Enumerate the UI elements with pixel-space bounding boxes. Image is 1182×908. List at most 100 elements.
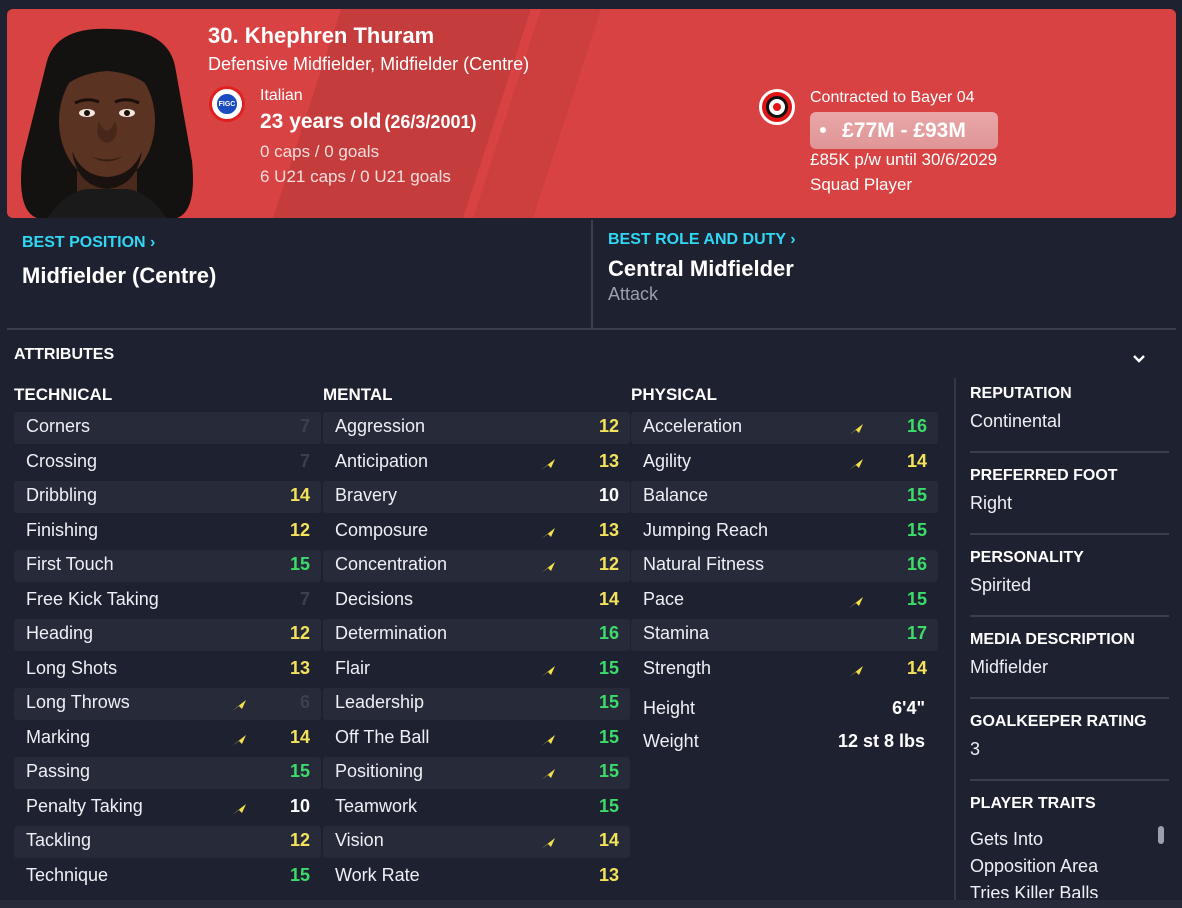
attribute-value: 15 [598,761,619,781]
attribute-row[interactable]: Penalty Taking 10 [14,791,321,826]
attribute-name: Penalty Taking [26,795,143,816]
training-arrow-icon [849,424,863,435]
attribute-value: 15 [598,657,619,678]
attribute-value: 13 [598,519,619,540]
best-role-link[interactable]: BEST ROLE AND DUTY › [608,231,796,249]
value-tag-icon [820,127,826,133]
attribute-row[interactable]: Work Rate 13 [323,860,630,895]
attribute-row[interactable]: Positioning 15 [323,756,630,791]
attribute-row[interactable]: Leadership 15 [323,687,630,722]
attribute-name: Flair [335,657,370,678]
attribute-value: 14 [289,485,310,505]
attribute-row[interactable]: Technique 15 [14,860,321,895]
height-label: Height [643,698,696,718]
training-arrow-icon [232,734,246,746]
attribute-value: 15 [289,554,310,574]
attribute-row[interactable]: Composure 13 [323,515,630,550]
attribute-value: 15 [598,692,619,712]
player-avatar [17,21,197,218]
trait-item: Tries Killer Balls [970,883,1099,898]
attribute-row[interactable]: Aggression 12 [323,411,630,446]
training-arrow-icon [849,596,863,608]
attribute-row[interactable]: Concentration 12 [323,549,630,584]
attribute-name: Agility [643,450,692,471]
attribute-row[interactable]: Long Throws 6 [14,687,321,722]
attribute-row[interactable]: Flair 15 [323,653,630,688]
attribute-value: 15 [906,485,927,505]
training-arrow-icon [232,803,246,815]
attribute-name: Tackling [26,830,92,850]
attribute-row[interactable]: First Touch 15 [14,549,321,584]
attribute-row[interactable]: Anticipation 13 [323,446,630,481]
divider [970,779,1169,781]
attribute-value: 16 [598,623,619,643]
player-traits-block: PLAYER TRAITS [970,795,1170,813]
attribute-name: Free Kick Taking [26,588,159,609]
best-role-title: BEST ROLE AND DUTY [608,231,786,248]
attribute-row[interactable]: Dribbling 14 [14,480,321,515]
player-profile-screen: 30. Khephren Thuram Defensive Midfielder… [0,0,1182,908]
attribute-row[interactable]: Finishing 12 [14,515,321,550]
chevron-down-icon[interactable] [1130,352,1148,366]
attribute-row[interactable]: Vision 14 [323,825,630,860]
nation-badge-text: FIGC [215,92,239,116]
attribute-row[interactable]: Stamina 17 [631,618,938,653]
attribute-row[interactable]: Bravery 10 [323,480,630,515]
attribute-value: 7 [299,588,310,609]
reputation-block: REPUTATION Continental [970,385,1170,432]
attribute-row[interactable]: Strength 14 [631,653,938,688]
attribute-row[interactable]: Free Kick Taking 7 [14,584,321,619]
best-position-link[interactable]: BEST POSITION › [22,234,155,252]
attribute-row[interactable]: Natural Fitness 16 [631,549,938,584]
attribute-name: Passing [26,761,91,781]
attribute-row[interactable]: Off The Ball 15 [323,722,630,757]
attribute-row[interactable]: Heading 12 [14,618,321,653]
u21-caps: 6 U21 caps / 0 U21 goals [260,167,451,186]
traits-scrollbar[interactable] [1158,826,1164,844]
divider [970,451,1169,453]
attribute-name: Heading [26,623,94,643]
preferred-foot-value: Right [970,493,1013,513]
media-description-block: MEDIA DESCRIPTION Midfielder [970,631,1170,678]
attribute-value: 16 [906,416,927,436]
training-arrow-icon [849,458,863,470]
attribute-row[interactable]: Jumping Reach 15 [631,515,938,550]
attribute-name: Natural Fitness [643,554,765,574]
attribute-row[interactable]: Balance 15 [631,480,938,515]
nation-badge-icon[interactable]: FIGC [209,86,245,122]
attribute-name: Jumping Reach [643,519,769,540]
attribute-value: 12 [598,554,619,574]
player-traits-title: PLAYER TRAITS [970,795,1096,812]
attribute-value: 12 [598,416,619,436]
best-role-value: Central Midfielder [608,256,794,281]
attribute-row[interactable]: Corners 7 [14,411,321,446]
best-position-role-panel: BEST POSITION › Midfielder (Centre) BEST… [7,220,1176,330]
attribute-row[interactable]: Decisions 14 [323,584,630,619]
attribute-row[interactable]: Teamwork 15 [323,791,630,826]
attribute-value: 14 [906,657,927,678]
attribute-value: 6 [299,692,310,712]
attribute-name: First Touch [26,554,114,574]
attribute-row[interactable]: Acceleration 16 [631,411,938,446]
player-traits-list[interactable]: Gets Into Opposition Area Tries Killer B… [970,826,1150,898]
personality-title: PERSONALITY [970,549,1084,566]
weight-label: Weight [643,731,699,751]
attribute-row[interactable]: Passing 15 [14,756,321,791]
nationality[interactable]: Italian [260,87,303,105]
attribute-row[interactable]: Pace 15 [631,584,938,619]
attribute-row[interactable]: Tackling 12 [14,825,321,860]
attribute-value: 14 [598,588,619,609]
club-badge-icon[interactable] [759,89,795,125]
attribute-value: 12 [289,830,310,850]
training-arrow-icon [232,700,246,711]
attribute-name: Off The Ball [335,726,430,747]
attribute-row[interactable]: Agility 14 [631,446,938,481]
training-arrow-icon [541,769,555,780]
attribute-row[interactable]: Marking 14 [14,722,321,757]
attribute-row[interactable]: Long Shots 13 [14,653,321,688]
contract-club[interactable]: Contracted to Bayer 04 [810,89,975,107]
goalkeeper-rating-title: GOALKEEPER RATING [970,713,1147,730]
transfer-value-badge[interactable]: £77M - £93M [810,112,998,149]
attribute-row[interactable]: Determination 16 [323,618,630,653]
attribute-row[interactable]: Crossing 7 [14,446,321,481]
